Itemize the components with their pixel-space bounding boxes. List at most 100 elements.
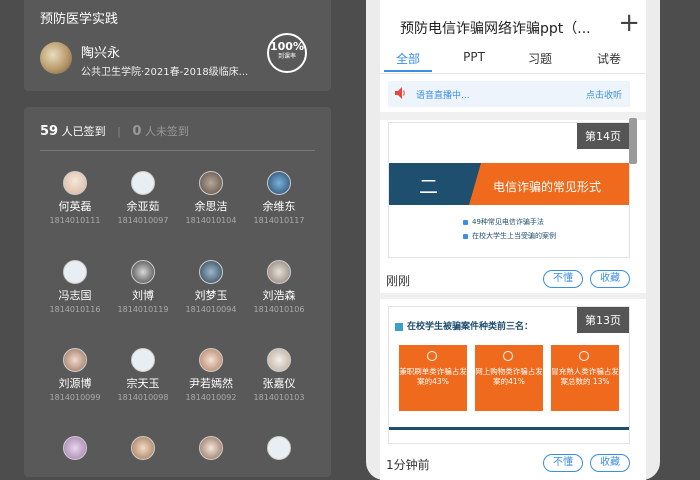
student-item[interactable]: 余维东 1814010117 <box>244 171 314 225</box>
attendance-rate-value: 100% <box>270 40 304 53</box>
avatar <box>63 260 87 284</box>
slide-time: 刚刚 <box>386 274 411 288</box>
teacher-avatar <box>40 42 72 74</box>
teacher-name: 陶兴永 <box>81 46 121 61</box>
dont-understand-button[interactable]: 不懂 <box>543 270 583 288</box>
phone-frame: 预防电信诈骗网络诈骗ppt（... + 全部 PPT 习题 试卷 语音直播中..… <box>366 0 660 480</box>
section-divider <box>380 293 646 299</box>
favorite-button[interactable]: 收藏 <box>590 270 630 288</box>
student-name: 刘博 <box>132 289 154 302</box>
avatar <box>63 348 87 372</box>
avatar <box>131 436 155 460</box>
student-name: 刘浩森 <box>262 289 296 302</box>
avatar <box>199 348 223 372</box>
student-item[interactable]: 余亚茹 1814010097 <box>108 171 178 225</box>
student-id: 1814010119 <box>117 305 169 314</box>
course-title: 预防医学实践 <box>40 12 119 27</box>
avatar <box>267 436 291 460</box>
avatar <box>267 171 291 195</box>
avatar <box>63 171 87 195</box>
slide-heading: 在校学生被骗案件种类前三名： <box>395 319 533 332</box>
stat-box: 兼职刷单类诈骗占发案的43% <box>399 345 467 411</box>
student-item[interactable]: 张嘉仪 1814010103 <box>244 348 314 402</box>
avatar <box>199 436 223 460</box>
student-item[interactable]: 宗天玉 1814010098 <box>108 348 178 402</box>
tab-bar: 全部 PPT 习题 试卷 <box>380 44 646 74</box>
student-id: 1814010104 <box>185 216 237 225</box>
slide-bullet: 49种常见电信诈骗手法 <box>463 217 544 227</box>
active-tab-indicator <box>384 70 432 72</box>
slide-heading: 电信诈骗的常见形式 <box>493 180 602 194</box>
stat-box: 网上购物类诈骗占发案的41% <box>475 345 543 411</box>
slide-card-14[interactable]: 第14页 二 电信诈骗的常见形式 49种常见电信诈骗手法 在校大学生上当受骗的案… <box>388 122 630 258</box>
student-name: 余亚茹 <box>126 200 160 213</box>
tab-exam[interactable]: 试卷 <box>576 50 642 67</box>
divider: | <box>117 125 121 138</box>
teacher-info: 公共卫生学院·2021春-2018级临床... <box>81 67 249 78</box>
ppt-title: 预防电信诈骗网络诈骗ppt（... <box>400 21 591 37</box>
student-item[interactable]: 刘浩森 1814010106 <box>244 260 314 314</box>
student-id: 1814010098 <box>117 393 169 402</box>
phone-screen: 预防电信诈骗网络诈骗ppt（... + 全部 PPT 习题 试卷 语音直播中..… <box>380 0 646 480</box>
student-name: 冯志国 <box>58 289 92 302</box>
signin-card: 59 人已签到 | 0 人未签到 何英磊 1814010111 余亚茹 1814… <box>24 107 331 477</box>
signed-label[interactable]: 人已签到 <box>62 125 106 138</box>
tab-exercise[interactable]: 习题 <box>507 50 573 67</box>
student-id: 1814010092 <box>185 393 237 402</box>
avatar <box>131 171 155 195</box>
student-id: 1814010097 <box>117 216 169 225</box>
scrollbar[interactable] <box>629 118 637 164</box>
student-item[interactable]: 何英磊 1814010111 <box>40 171 110 225</box>
student-id: 1814010103 <box>253 393 305 402</box>
student-id: 1814010094 <box>185 305 237 314</box>
student-id: 1814010111 <box>49 216 101 225</box>
avatar <box>267 348 291 372</box>
listen-link[interactable]: 点击收听 <box>586 88 622 101</box>
avatar <box>199 171 223 195</box>
attendance-rate-label: 到课率 <box>277 53 296 60</box>
slide-bullet: 在校大学生上当受骗的案例 <box>463 231 556 241</box>
live-notice[interactable]: 语音直播中... 点击收听 <box>388 81 630 107</box>
page-badge: 第13页 <box>577 307 629 333</box>
student-name: 刘梦玉 <box>194 289 228 302</box>
course-card: 预防医学实践 陶兴永 公共卫生学院·2021春-2018级临床... 100% … <box>24 0 331 91</box>
avatar <box>199 260 223 284</box>
student-name: 宗天玉 <box>126 377 160 390</box>
student-id: 1814010116 <box>49 305 101 314</box>
plus-icon[interactable]: + <box>618 10 640 36</box>
student-item[interactable] <box>244 436 314 460</box>
stat-box: 冒充熟人类诈骗占发案总数的 13% <box>551 345 619 411</box>
student-item[interactable]: 冯志国 1814010116 <box>40 260 110 314</box>
signed-count[interactable]: 59 <box>40 124 58 139</box>
student-item[interactable]: 刘博 1814010119 <box>108 260 178 314</box>
student-name: 刘源博 <box>58 377 92 390</box>
student-item[interactable]: 刘源博 1814010099 <box>40 348 110 402</box>
student-item[interactable]: 尹若嫣然 1814010092 <box>176 348 246 402</box>
dont-understand-button[interactable]: 不懂 <box>543 454 583 472</box>
attendance-rate-ring: 100% 到课率 <box>267 33 307 73</box>
student-item[interactable]: 刘梦玉 1814010094 <box>176 260 246 314</box>
avatar <box>131 260 155 284</box>
student-name: 张嘉仪 <box>262 377 296 390</box>
avatar <box>63 436 87 460</box>
slide-time: 1分钟前 <box>386 458 430 472</box>
favorite-button[interactable]: 收藏 <box>590 454 630 472</box>
student-id: 1814010099 <box>49 393 101 402</box>
tab-ppt[interactable]: PPT <box>441 50 507 64</box>
slide-card-13[interactable]: 第13页 在校学生被骗案件种类前三名： 兼职刷单类诈骗占发案的43% 网上购物类… <box>388 306 630 444</box>
unsigned-count[interactable]: 0 <box>132 124 141 139</box>
section-divider <box>380 112 646 120</box>
signin-summary: 59 人已签到 | 0 人未签到 <box>40 123 315 151</box>
student-item[interactable] <box>40 436 110 460</box>
unsigned-label[interactable]: 人未签到 <box>145 125 189 138</box>
notice-text: 语音直播中... <box>416 91 470 101</box>
slide-section-number: 二 <box>419 176 439 198</box>
student-id: 1814010106 <box>253 305 305 314</box>
student-item[interactable] <box>108 436 178 460</box>
student-item[interactable] <box>176 436 246 460</box>
student-id: 1814010117 <box>253 216 305 225</box>
tab-all[interactable]: 全部 <box>380 50 441 67</box>
slide-bottom-line <box>389 427 629 430</box>
student-item[interactable]: 余思洁 1814010104 <box>176 171 246 225</box>
student-name: 余维东 <box>262 200 296 213</box>
